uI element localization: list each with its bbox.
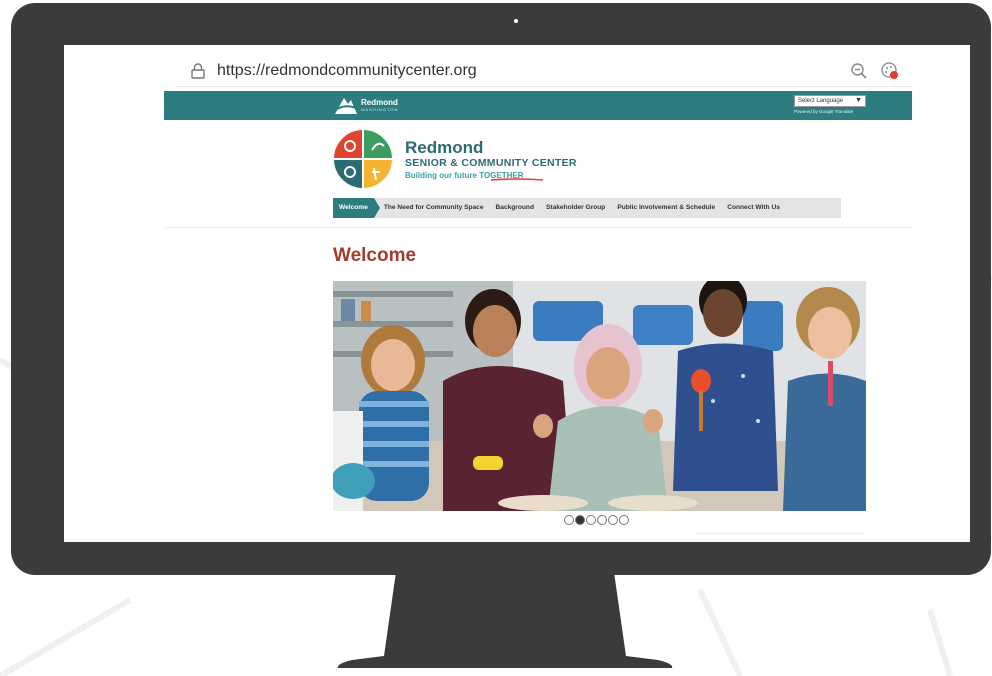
zoom-out-icon[interactable] <box>850 62 868 80</box>
url-text[interactable]: https://redmondcommunitycenter.org <box>217 62 477 80</box>
carousel-indicators <box>564 515 629 525</box>
main-nav: Welcome The Need for Community Space Bac… <box>333 198 841 218</box>
city-name: Redmond <box>361 97 398 107</box>
nav-item-connect-with-us[interactable]: Connect With Us <box>721 198 786 218</box>
powered-by-translate: Powered by Google Translate <box>794 109 854 114</box>
browser-screen: https://redmondcommunitycenter.org Redmo… <box>64 45 970 542</box>
footer-divider <box>696 533 866 534</box>
language-select[interactable]: Select Language ▼ <box>794 95 866 107</box>
monitor-stand <box>337 572 673 668</box>
center-logo[interactable] <box>332 128 394 190</box>
chevron-down-icon: ▼ <box>855 97 862 104</box>
city-logo[interactable]: Redmond WASHINGTON <box>334 94 398 116</box>
brand-block: Redmond SENIOR & COMMUNITY CENTER Buildi… <box>405 139 577 181</box>
carousel-dot-5[interactable] <box>608 515 618 525</box>
extension-icon[interactable] <box>880 61 900 81</box>
nav-item-need-for-community-space[interactable]: The Need for Community Space <box>374 198 490 218</box>
nav-item-public-involvement[interactable]: Public Involvement & Schedule <box>611 198 721 218</box>
nav-item-background[interactable]: Background <box>490 198 540 218</box>
hero-image[interactable] <box>333 281 866 511</box>
tagline-underline <box>490 178 544 181</box>
mountain-logo-icon <box>335 98 357 114</box>
language-select-label: Select Language <box>798 98 844 104</box>
address-bar[interactable]: https://redmondcommunitycenter.org <box>177 55 912 87</box>
brand-title: Redmond <box>405 138 484 157</box>
camera-dot <box>514 19 518 23</box>
brand-subtitle: SENIOR & COMMUNITY CENTER <box>405 157 577 169</box>
page-heading: Welcome <box>333 245 417 266</box>
desktop-stage: https://redmondcommunitycenter.org Redmo… <box>0 0 992 676</box>
carousel-dot-2[interactable] <box>575 515 585 525</box>
city-subtitle: WASHINGTON <box>361 106 399 112</box>
monitor-frame: https://redmondcommunitycenter.org Redmo… <box>11 3 991 575</box>
site-top-bar: Redmond WASHINGTON Select Language ▼ Pow… <box>164 91 912 120</box>
lock-icon <box>191 62 205 79</box>
header-divider <box>164 227 912 228</box>
carousel-dot-6[interactable] <box>619 515 629 525</box>
carousel-dot-4[interactable] <box>597 515 607 525</box>
carousel-dot-1[interactable] <box>564 515 574 525</box>
carousel-dot-3[interactable] <box>586 515 596 525</box>
nav-item-welcome[interactable]: Welcome <box>333 198 380 218</box>
nav-item-stakeholder-group[interactable]: Stakeholder Group <box>540 198 611 218</box>
